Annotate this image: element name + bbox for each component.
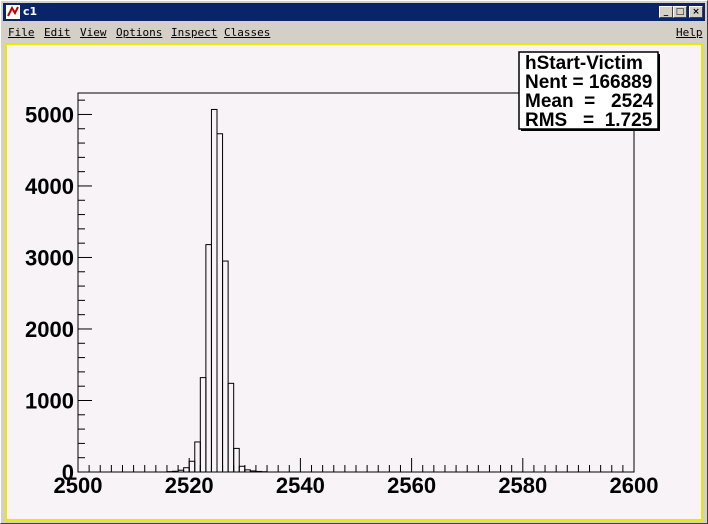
- histogram-bin: [244, 469, 251, 473]
- histogram-bin: [249, 470, 257, 473]
- close-button[interactable]: ×: [689, 6, 703, 18]
- menu-view[interactable]: View: [80, 26, 107, 39]
- maximize-button[interactable]: □: [673, 6, 687, 18]
- y-tick-label: 5000: [25, 102, 74, 127]
- x-tick-label: 2520: [165, 473, 214, 498]
- stats-rms: RMS = 1.725: [525, 110, 653, 131]
- app-window: c1 _ □ × File Edit View Options Inspect …: [0, 0, 708, 524]
- y-tick-label: 2000: [25, 317, 74, 342]
- stats-entries: Nent = 166889: [525, 72, 652, 93]
- title-bar[interactable]: c1 _ □ ×: [3, 3, 705, 21]
- x-tick-label: 2600: [610, 473, 659, 498]
- menu-options[interactable]: Options: [116, 26, 162, 39]
- stats-title: hStart-Victim: [525, 53, 643, 74]
- maximize-icon: □: [675, 7, 685, 17]
- plot-canvas[interactable]: 2500 2520 2540 2560 2580 2600 0 1000 2000 3000 400…: [5, 43, 703, 521]
- minimize-icon: _: [663, 7, 669, 17]
- menu-edit[interactable]: Edit: [44, 26, 71, 39]
- y-tick-label: 3000: [25, 245, 74, 270]
- stats-mean: Mean = 2524: [525, 91, 654, 112]
- y-tick-label: 0: [62, 460, 74, 485]
- histogram-bin: [188, 460, 196, 473]
- histogram-bin: [205, 244, 212, 473]
- menu-inspect[interactable]: Inspect: [171, 26, 217, 39]
- histogram-bin: [233, 447, 240, 473]
- minimize-button[interactable]: _: [659, 6, 673, 18]
- histogram-bin: [227, 382, 235, 473]
- menu-classes[interactable]: Classes: [224, 26, 270, 39]
- menu-bar: File Edit View Options Inspect Classes H…: [3, 22, 705, 42]
- stats-box: hStart-Victim Nent = 166889 Mean = 2524 …: [518, 51, 660, 131]
- histogram-plot: 2500 2520 2540 2560 2580 26000100020003000400…: [25, 51, 660, 498]
- histogram-bin: [199, 377, 207, 473]
- histogram-bin: [238, 465, 246, 473]
- plot-frame: [77, 92, 635, 473]
- x-tick-label: 2560: [387, 473, 436, 498]
- close-icon: ×: [692, 7, 700, 17]
- histogram-bin: [255, 470, 262, 473]
- menu-file[interactable]: File: [8, 26, 35, 39]
- histogram-bin: [210, 108, 218, 473]
- y-tick-label: 1000: [25, 388, 74, 413]
- histogram-bin: [194, 441, 201, 473]
- histogram-bin: [172, 470, 179, 473]
- x-tick-label: 2580: [498, 473, 547, 498]
- histogram-bin: [222, 260, 229, 473]
- histogram-bin: [177, 469, 185, 473]
- y-tick-label: 4000: [25, 174, 74, 199]
- histogram-bin: [216, 133, 224, 473]
- x-tick-label: 2540: [276, 473, 325, 498]
- menu-help[interactable]: Help: [676, 26, 703, 39]
- window-title: c1: [23, 5, 38, 18]
- root-app-icon: [6, 5, 20, 19]
- histogram-bin: [183, 467, 190, 473]
